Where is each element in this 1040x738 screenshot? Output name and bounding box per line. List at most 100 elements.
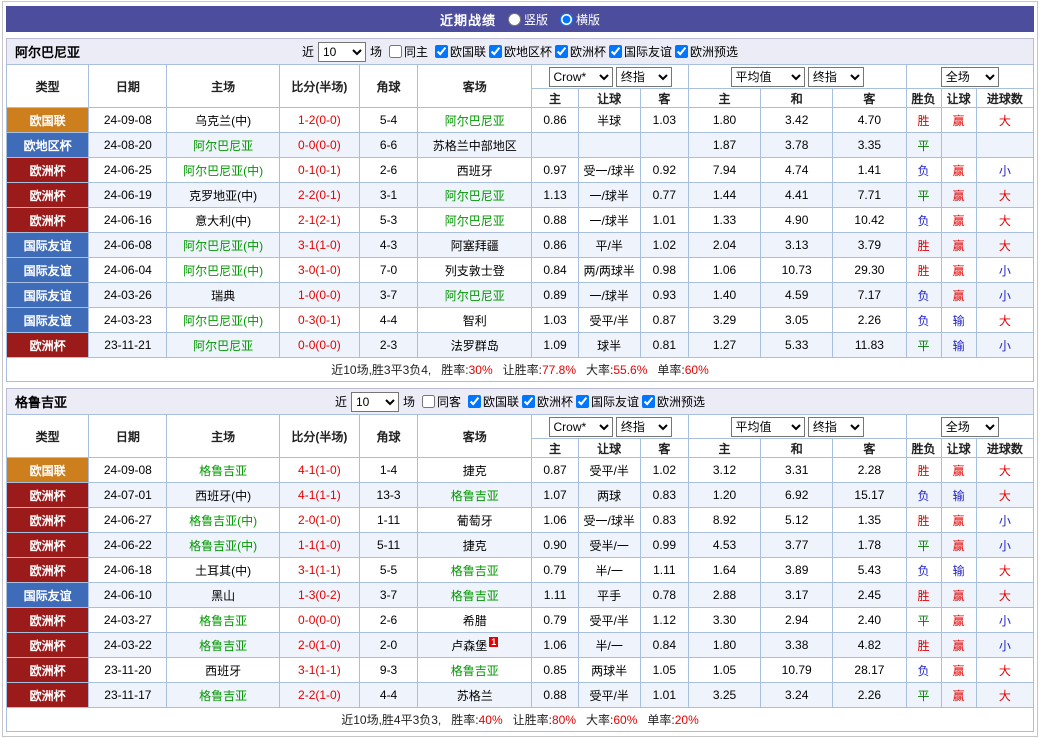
away-team[interactable]: 阿塞拜疆 bbox=[418, 233, 532, 258]
match-score[interactable]: 4-1(1-1) bbox=[279, 483, 359, 508]
home-team[interactable]: 阿尔巴尼亚(中) bbox=[167, 308, 279, 333]
competition-filter[interactable]: 国际友谊 bbox=[576, 393, 639, 410]
away-team[interactable]: 法罗群岛 bbox=[418, 333, 532, 358]
home-team[interactable]: 格鲁吉亚 bbox=[167, 458, 279, 483]
competition-filter[interactable]: 国际友谊 bbox=[609, 43, 672, 60]
competition-checkbox[interactable] bbox=[642, 395, 655, 408]
match-score[interactable]: 3-1(1-0) bbox=[279, 233, 359, 258]
match-score[interactable]: 4-1(1-0) bbox=[279, 458, 359, 483]
average-select[interactable]: 平均值 bbox=[731, 417, 805, 437]
same-venue-filter[interactable]: 同主 bbox=[389, 43, 428, 60]
horizontal-view-radio[interactable] bbox=[560, 13, 573, 26]
competition-checkbox[interactable] bbox=[489, 45, 502, 58]
home-team[interactable]: 格鲁吉亚(中) bbox=[167, 533, 279, 558]
away-team[interactable]: 捷克 bbox=[418, 533, 532, 558]
away-team[interactable]: 捷克 bbox=[418, 458, 532, 483]
match-score[interactable]: 3-1(1-1) bbox=[279, 558, 359, 583]
home-team[interactable]: 黑山 bbox=[167, 583, 279, 608]
home-team[interactable]: 西班牙(中) bbox=[167, 483, 279, 508]
away-team[interactable]: 阿尔巴尼亚 bbox=[418, 208, 532, 233]
competition-checkbox[interactable] bbox=[468, 395, 481, 408]
away-team[interactable]: 苏格兰中部地区 bbox=[418, 133, 532, 158]
away-team[interactable]: 阿尔巴尼亚 bbox=[418, 183, 532, 208]
competition-filter[interactable]: 欧洲预选 bbox=[642, 393, 705, 410]
away-team[interactable]: 列支敦士登 bbox=[418, 258, 532, 283]
home-team[interactable]: 克罗地亚(中) bbox=[167, 183, 279, 208]
match-score[interactable]: 2-0(1-0) bbox=[279, 633, 359, 658]
competition-filter[interactable]: 欧地区杯 bbox=[489, 43, 552, 60]
away-team[interactable]: 格鲁吉亚 bbox=[418, 558, 532, 583]
competition-filter[interactable]: 欧洲预选 bbox=[675, 43, 738, 60]
away-team[interactable]: 智利 bbox=[418, 308, 532, 333]
match-score[interactable]: 2-2(1-0) bbox=[279, 683, 359, 708]
away-team[interactable]: 格鲁吉亚 bbox=[418, 483, 532, 508]
home-team[interactable]: 格鲁吉亚 bbox=[167, 683, 279, 708]
match-score[interactable]: 2-0(1-0) bbox=[279, 508, 359, 533]
away-team[interactable]: 卢森堡1 bbox=[418, 633, 532, 658]
competition-checkbox[interactable] bbox=[609, 45, 622, 58]
away-team[interactable]: 希腊 bbox=[418, 608, 532, 633]
match-score[interactable]: 1-2(0-0) bbox=[279, 108, 359, 133]
same-venue-checkbox[interactable] bbox=[389, 45, 402, 58]
match-score[interactable]: 2-1(2-1) bbox=[279, 208, 359, 233]
same-venue-checkbox[interactable] bbox=[422, 395, 435, 408]
fulltime-select[interactable]: 全场 bbox=[941, 417, 999, 437]
away-team[interactable]: 葡萄牙 bbox=[418, 508, 532, 533]
match-score[interactable]: 1-1(1-0) bbox=[279, 533, 359, 558]
bookmaker-select[interactable]: Crow* bbox=[549, 417, 613, 437]
final-odds-select[interactable]: 终指 bbox=[808, 67, 864, 87]
home-team[interactable]: 乌克兰(中) bbox=[167, 108, 279, 133]
competition-checkbox[interactable] bbox=[675, 45, 688, 58]
match-score[interactable]: 3-1(1-1) bbox=[279, 658, 359, 683]
match-score[interactable]: 0-0(0-0) bbox=[279, 608, 359, 633]
final-odds-select[interactable]: 终指 bbox=[616, 417, 672, 437]
match-score[interactable]: 3-0(1-0) bbox=[279, 258, 359, 283]
bookmaker-select[interactable]: Crow* bbox=[549, 67, 613, 87]
summary-label: 单率: bbox=[657, 363, 684, 377]
away-team[interactable]: 格鲁吉亚 bbox=[418, 658, 532, 683]
match-score[interactable]: 2-2(0-1) bbox=[279, 183, 359, 208]
competition-filter[interactable]: 欧洲杯 bbox=[522, 393, 573, 410]
match-score[interactable]: 0-1(0-1) bbox=[279, 158, 359, 183]
away-team[interactable]: 苏格兰 bbox=[418, 683, 532, 708]
final-odds-select[interactable]: 终指 bbox=[616, 67, 672, 87]
view-option-horizontal[interactable]: 横版 bbox=[560, 11, 600, 28]
away-team[interactable]: 西班牙 bbox=[418, 158, 532, 183]
competition-filter[interactable]: 欧国联 bbox=[435, 43, 486, 60]
match-score[interactable]: 1-0(0-0) bbox=[279, 283, 359, 308]
competition-filter[interactable]: 欧洲杯 bbox=[555, 43, 606, 60]
home-team[interactable]: 阿尔巴尼亚(中) bbox=[167, 158, 279, 183]
home-team[interactable]: 阿尔巴尼亚 bbox=[167, 133, 279, 158]
away-team[interactable]: 格鲁吉亚 bbox=[418, 583, 532, 608]
final-odds-select[interactable]: 终指 bbox=[808, 417, 864, 437]
home-team[interactable]: 格鲁吉亚 bbox=[167, 608, 279, 633]
home-team[interactable]: 意大利(中) bbox=[167, 208, 279, 233]
home-team[interactable]: 格鲁吉亚 bbox=[167, 633, 279, 658]
recent-count-select[interactable]: 10 bbox=[318, 42, 366, 62]
home-team[interactable]: 西班牙 bbox=[167, 658, 279, 683]
competition-checkbox[interactable] bbox=[435, 45, 448, 58]
recent-count-select[interactable]: 10 bbox=[351, 392, 399, 412]
competition-checkbox[interactable] bbox=[522, 395, 535, 408]
home-team[interactable]: 阿尔巴尼亚(中) bbox=[167, 258, 279, 283]
competition-checkbox[interactable] bbox=[576, 395, 589, 408]
match-score[interactable]: 0-0(0-0) bbox=[279, 133, 359, 158]
col-away: 客场 bbox=[418, 65, 532, 108]
match-score[interactable]: 0-3(0-1) bbox=[279, 308, 359, 333]
home-team[interactable]: 格鲁吉亚(中) bbox=[167, 508, 279, 533]
view-option-vertical[interactable]: 竖版 bbox=[508, 11, 548, 28]
vertical-view-radio[interactable] bbox=[508, 13, 521, 26]
competition-filter[interactable]: 欧国联 bbox=[468, 393, 519, 410]
average-select[interactable]: 平均值 bbox=[731, 67, 805, 87]
fulltime-select[interactable]: 全场 bbox=[941, 67, 999, 87]
match-score[interactable]: 0-0(0-0) bbox=[279, 333, 359, 358]
home-team[interactable]: 土耳其(中) bbox=[167, 558, 279, 583]
home-team[interactable]: 阿尔巴尼亚 bbox=[167, 333, 279, 358]
away-team[interactable]: 阿尔巴尼亚 bbox=[418, 283, 532, 308]
competition-checkbox[interactable] bbox=[555, 45, 568, 58]
home-team[interactable]: 阿尔巴尼亚(中) bbox=[167, 233, 279, 258]
match-score[interactable]: 1-3(0-2) bbox=[279, 583, 359, 608]
same-venue-filter[interactable]: 同客 bbox=[422, 393, 461, 410]
away-team[interactable]: 阿尔巴尼亚 bbox=[418, 108, 532, 133]
home-team[interactable]: 瑞典 bbox=[167, 283, 279, 308]
